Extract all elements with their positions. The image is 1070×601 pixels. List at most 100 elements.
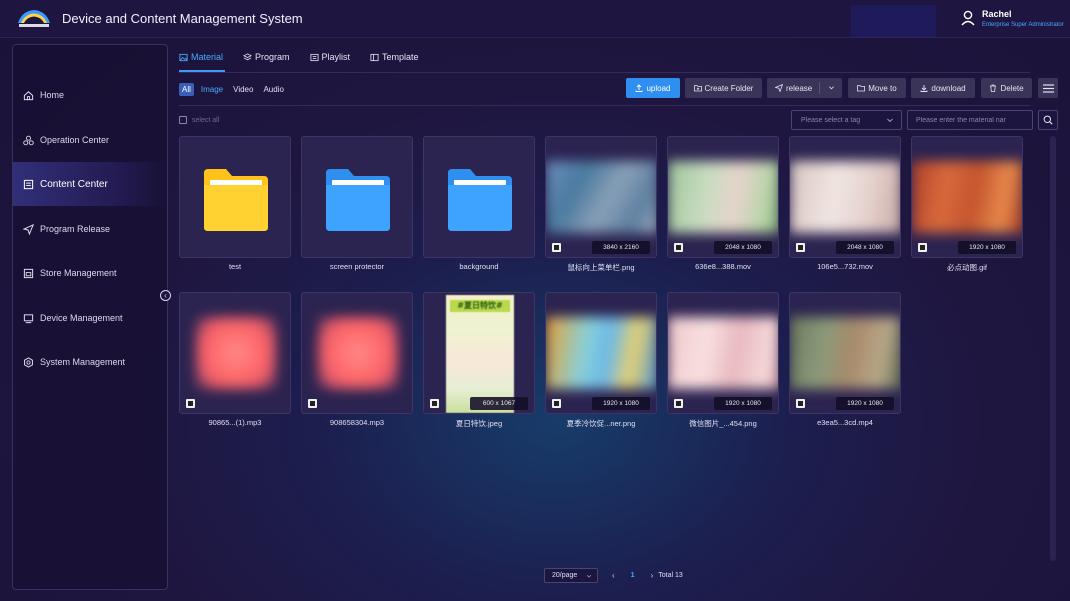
sidebar-item-store-management[interactable]: Store Management xyxy=(13,251,167,295)
prev-page-chevron-left-icon[interactable]: ‹ xyxy=(612,571,615,580)
tab-playlist[interactable]: Playlist xyxy=(310,50,350,64)
select-all-checkbox[interactable] xyxy=(179,116,187,124)
chevron-down-icon xyxy=(586,575,592,578)
folder-icon xyxy=(204,169,268,231)
material-name: 636e8...388.mov xyxy=(695,262,751,271)
download-icon xyxy=(920,85,928,92)
material-card[interactable]: 90865...(1).mp3 xyxy=(179,292,291,427)
material-card[interactable]: test xyxy=(179,136,291,271)
material-thumbnail[interactable]: 1920 x 1080 xyxy=(545,292,657,414)
filter-all[interactable]: All xyxy=(179,83,194,96)
material-search-input[interactable] xyxy=(907,110,1033,130)
material-card[interactable]: background xyxy=(423,136,535,271)
sidebar-item-device-management[interactable]: Device Management xyxy=(13,296,167,340)
search-button[interactable] xyxy=(1038,110,1058,130)
select-all[interactable]: select all xyxy=(179,116,219,124)
material-thumbnail[interactable] xyxy=(301,292,413,414)
sidebar: Home Operation Center Content Center Pro… xyxy=(12,44,168,590)
tag-select[interactable]: Please select a tag xyxy=(791,110,902,130)
image-icon xyxy=(179,53,188,61)
material-thumbnail[interactable]: #夏日特饮# 600 x 1067 xyxy=(423,292,535,414)
material-name: 90865...(1).mp3 xyxy=(208,418,262,427)
image-type-icon xyxy=(674,399,683,408)
gear-icon xyxy=(24,356,33,368)
move-to-button[interactable]: Move to xyxy=(848,78,906,98)
release-button[interactable]: release xyxy=(767,78,842,98)
header-panel xyxy=(851,5,936,37)
image-preview xyxy=(546,317,656,389)
operation-icon xyxy=(23,135,34,145)
audio-preview xyxy=(196,317,276,389)
sidebar-item-content-center[interactable]: Content Center xyxy=(13,162,167,206)
material-card[interactable]: 908658304.mp3 xyxy=(301,292,413,427)
material-card[interactable]: #夏日特饮# 600 x 1067 夏日特饮.jpeg xyxy=(423,292,535,428)
send-icon xyxy=(23,223,34,235)
material-thumbnail[interactable]: 1920 x 1080 xyxy=(667,292,779,414)
material-thumbnail[interactable]: 1920 x 1080 xyxy=(789,292,901,414)
material-thumbnail[interactable] xyxy=(423,136,535,258)
filter-audio[interactable]: Audio xyxy=(263,85,283,94)
grid-scrollbar[interactable] xyxy=(1050,136,1056,561)
sidebar-item-label: Store Management xyxy=(40,268,117,278)
tab-program[interactable]: Program xyxy=(243,50,290,64)
material-thumbnail[interactable]: 1920 x 1080 xyxy=(911,136,1023,258)
type-filters: All Image Video Audio xyxy=(179,83,294,96)
upload-icon xyxy=(636,84,643,92)
sidebar-item-program-release[interactable]: Program Release xyxy=(13,207,167,251)
material-thumbnail[interactable] xyxy=(301,136,413,258)
material-thumbnail[interactable]: 2048 x 1080 xyxy=(789,136,901,258)
video-type-icon xyxy=(796,399,805,408)
list-view-icon xyxy=(1042,83,1054,93)
material-card[interactable]: 1920 x 1080 夏季冷饮促...ner.png xyxy=(545,292,657,428)
material-name: 106e5...732.mov xyxy=(817,262,873,271)
page-number[interactable]: 1 xyxy=(631,572,635,579)
material-thumbnail[interactable]: 2048 x 1080 xyxy=(667,136,779,258)
filter-image[interactable]: Image xyxy=(201,85,223,94)
video-preview xyxy=(668,161,778,233)
content-tabs: Material Program Playlist Template xyxy=(179,50,439,72)
material-card[interactable]: 1920 x 1080 必点动图.gif xyxy=(911,136,1023,272)
user-name[interactable]: Rachel xyxy=(982,9,1012,19)
material-card[interactable]: 1920 x 1080 微信图片_...454.png xyxy=(667,292,779,428)
audio-type-icon xyxy=(186,399,195,408)
filter-video[interactable]: Video xyxy=(233,85,253,94)
material-name: 鼠标向上菜单栏.png xyxy=(567,263,635,272)
material-card[interactable]: 3840 x 2160 鼠标向上菜单栏.png xyxy=(545,136,657,272)
create-folder-button[interactable]: Create Folder xyxy=(685,78,762,98)
chevron-down-icon[interactable] xyxy=(828,84,835,91)
sidebar-collapse-chevron-left-icon[interactable]: ‹ xyxy=(160,290,171,301)
user-icon[interactable] xyxy=(961,10,975,26)
material-card[interactable]: screen protector xyxy=(301,136,413,271)
material-thumbnail[interactable]: 3840 x 2160 xyxy=(545,136,657,258)
upload-button[interactable]: upload xyxy=(626,78,680,98)
sidebar-item-system-management[interactable]: System Management xyxy=(13,340,167,384)
material-thumbnail[interactable] xyxy=(179,136,291,258)
dimension-badge: 1920 x 1080 xyxy=(958,241,1016,254)
next-page-chevron-right-icon[interactable]: › xyxy=(651,571,654,580)
trash-icon xyxy=(990,84,997,92)
audio-type-icon xyxy=(308,399,317,408)
tab-material[interactable]: Material xyxy=(179,50,223,64)
sidebar-item-label: Program Release xyxy=(40,224,111,234)
delete-button[interactable]: Delete xyxy=(981,78,1032,98)
sidebar-item-label: Home xyxy=(40,90,65,100)
page-size-select[interactable]: 20/page xyxy=(544,568,598,583)
material-card[interactable]: 2048 x 1080 106e5...732.mov xyxy=(789,136,901,271)
material-name: background xyxy=(459,262,499,271)
material-name: 微信图片_...454.png xyxy=(689,419,757,428)
view-menu-button[interactable] xyxy=(1038,78,1058,98)
video-preview xyxy=(790,161,900,233)
material-card[interactable]: 2048 x 1080 636e8...388.mov xyxy=(667,136,779,271)
sidebar-item-operation-center[interactable]: Operation Center xyxy=(13,118,167,162)
material-card[interactable]: 1920 x 1080 e3ea5...3cd.mp4 xyxy=(789,292,901,427)
material-thumbnail[interactable] xyxy=(179,292,291,414)
sidebar-item-home[interactable]: Home xyxy=(13,73,167,117)
download-button[interactable]: download xyxy=(911,78,975,98)
material-name: 夏季冷饮促...ner.png xyxy=(566,419,636,428)
dimension-badge: 2048 x 1080 xyxy=(714,241,772,254)
goodview-cloud-logo xyxy=(18,10,50,27)
folder-icon xyxy=(326,169,390,231)
image-type-icon xyxy=(552,399,561,408)
layers-icon xyxy=(243,52,253,60)
tab-template[interactable]: Template xyxy=(370,50,419,64)
